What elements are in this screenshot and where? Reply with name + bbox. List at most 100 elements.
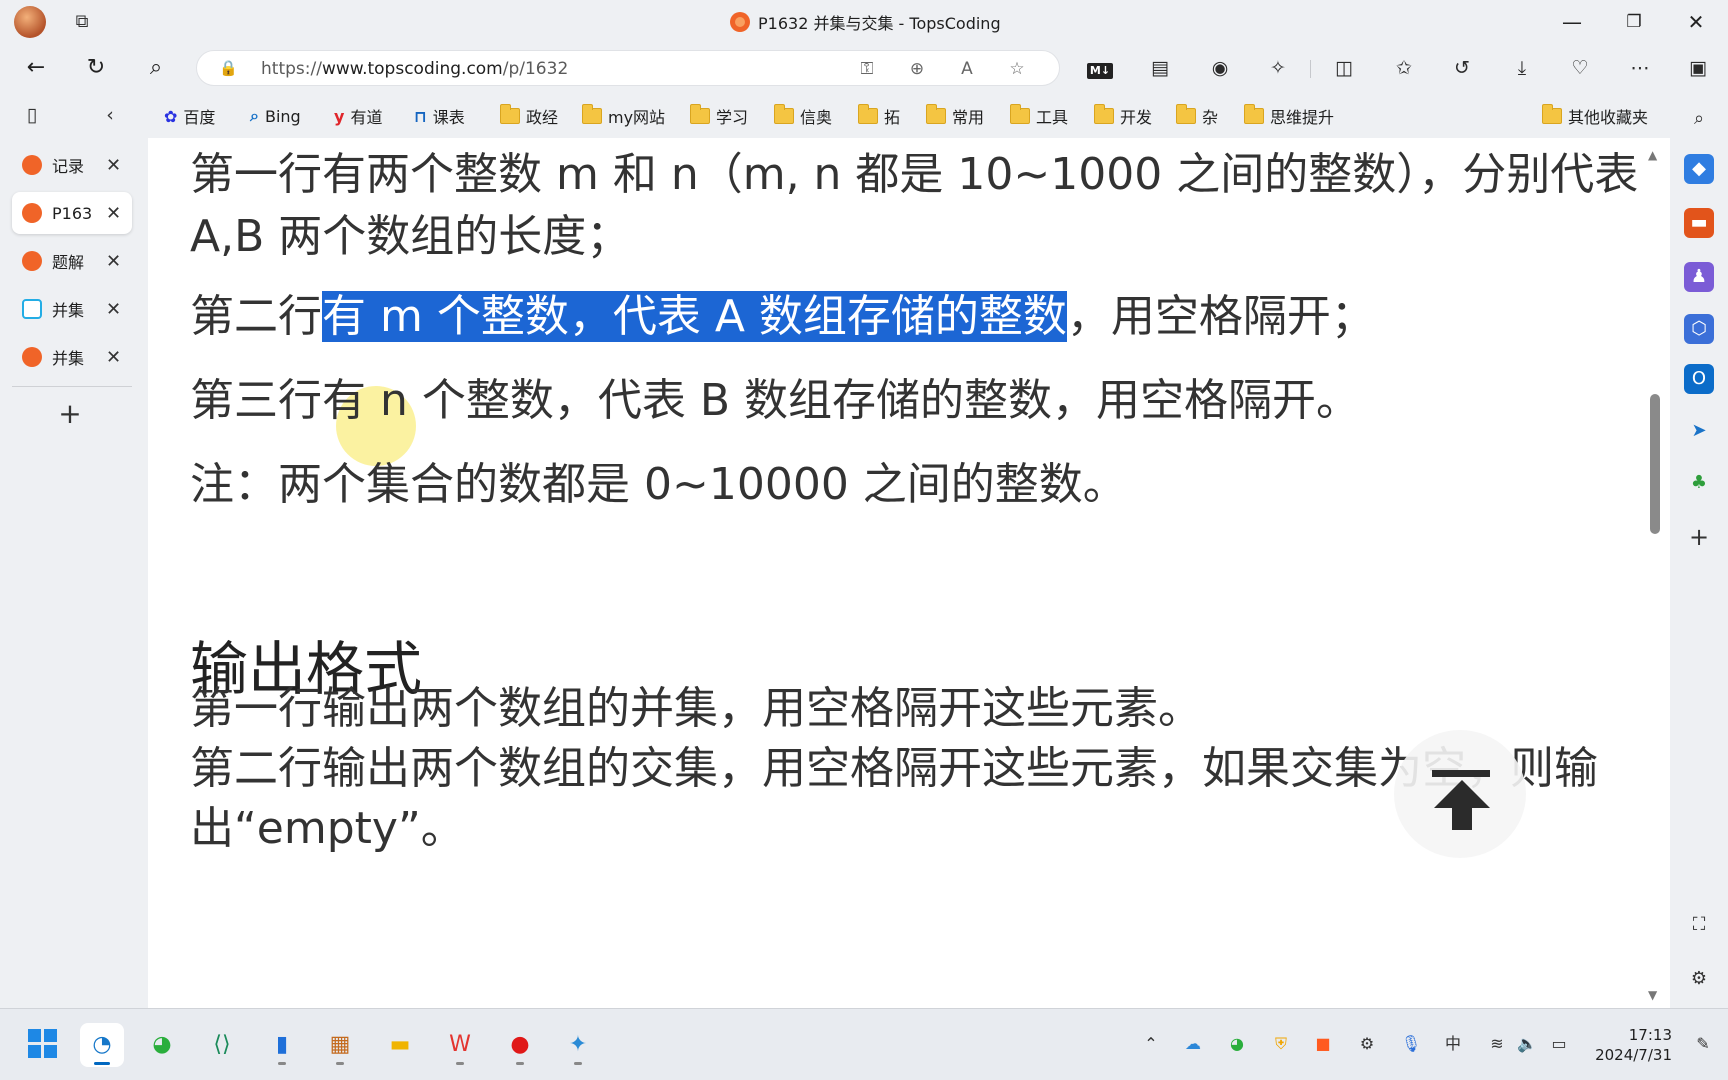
sidebar-add-icon[interactable]: + (1684, 522, 1714, 552)
bookmark-youdao[interactable]: y 有道 (334, 104, 382, 128)
lock-icon[interactable]: 🔒 (219, 59, 238, 79)
taskbar-wps[interactable]: W (438, 1023, 482, 1067)
tab-solution[interactable]: 题解 ✕ (12, 240, 132, 282)
close-tab-icon[interactable]: ✕ (106, 347, 121, 368)
collections-extension-icon[interactable]: ▤ (1142, 52, 1178, 84)
split-screen-icon[interactable]: ◫ (1326, 52, 1362, 84)
scroll-up-arrow-icon[interactable]: ▲ (1648, 148, 1657, 162)
address-bar[interactable]: 🔒 https://www.topscoding.com/p/1632 ⚿ ⊕ … (196, 50, 1060, 86)
vertical-scrollbar[interactable]: ▲ ▼ (1640, 138, 1670, 1008)
restore-button[interactable]: ❐ (1610, 6, 1658, 38)
favorite-star-icon[interactable]: ☆ (1003, 57, 1031, 81)
extensions-puzzle-icon[interactable]: ✧ (1260, 52, 1296, 84)
downloads-icon[interactable]: ⤓ (1504, 52, 1540, 84)
ime-indicator[interactable]: 中 (1440, 1031, 1466, 1057)
read-aloud-icon[interactable]: A (953, 57, 981, 81)
markdown-extension-icon[interactable]: M↓ (1082, 52, 1118, 84)
password-key-icon[interactable]: ⚿ (853, 57, 881, 81)
close-tab-icon[interactable]: ✕ (106, 251, 121, 272)
wechat-tray-icon[interactable]: ◕ (1224, 1031, 1250, 1057)
tab-p1632[interactable]: P163 ✕ (12, 192, 132, 234)
tab-union[interactable]: 并集 ✕ (12, 336, 132, 378)
battery-icon[interactable]: ▭ (1546, 1031, 1572, 1057)
tab-union-bilibili[interactable]: 并集 ✕ (12, 288, 132, 330)
bookmark-folder-kaifa[interactable]: 开发 (1094, 104, 1152, 128)
security-shield-icon[interactable]: ⛨ (1268, 1031, 1294, 1057)
close-tab-icon[interactable]: ✕ (106, 299, 121, 320)
bookmark-folder-changyong[interactable]: 常用 (926, 104, 984, 128)
more-menu-icon[interactable]: ⋯ (1622, 52, 1658, 84)
sidebar-toggle-icon[interactable]: ▣ (1680, 52, 1716, 84)
close-tab-icon[interactable]: ✕ (106, 203, 121, 224)
sidebar-tree-icon[interactable]: ♣ (1684, 468, 1714, 498)
taskbar-dev-cpp[interactable]: ▦ (318, 1023, 362, 1067)
bookmark-bing[interactable]: ⌕ Bing (250, 104, 301, 128)
taskbar-python[interactable]: ✦ (556, 1023, 600, 1067)
minimize-button[interactable]: — (1548, 6, 1596, 38)
scroll-down-arrow-icon[interactable]: ▼ (1648, 988, 1657, 1002)
system-clock[interactable]: 17:13 2024/7/31 (1592, 1025, 1672, 1065)
bookmark-folder-my-site[interactable]: my网站 (582, 104, 665, 128)
back-to-top-button[interactable] (1394, 730, 1526, 858)
collapse-tabs-chevron-icon[interactable]: ‹ (96, 102, 124, 128)
sidebar-games-icon[interactable]: ♟ (1684, 262, 1714, 292)
start-button[interactable] (22, 1023, 66, 1067)
sidebar-send-icon[interactable]: ➤ (1684, 416, 1714, 446)
wifi-icon[interactable]: ≋ (1484, 1031, 1510, 1057)
sidebar-outlook-icon[interactable]: O (1684, 364, 1714, 394)
code-icon: ⟨⟩ (213, 1032, 231, 1057)
taskbar-text-file[interactable]: ▮ (260, 1023, 304, 1067)
favorites-icon[interactable]: ✩ (1386, 52, 1422, 84)
input-format-line-2: 第二行有 m 个整数，代表 A 数组存储的整数，用空格隔开； (190, 291, 1375, 342)
bookmark-folder-za[interactable]: 杂 (1176, 104, 1218, 128)
search-icon[interactable]: ⌕ (138, 52, 174, 84)
url-text[interactable]: https://www.topscoding.com/p/1632 (261, 59, 568, 79)
notifications-icon[interactable]: ✎ (1690, 1031, 1716, 1057)
vertical-tabs-panel: 记录 ✕ P163 ✕ 题解 ✕ 并集 ✕ 并集 ✕ + (0, 138, 148, 1008)
sidebar-screenshot-icon[interactable]: ⛶ (1684, 910, 1714, 940)
vertical-tabs-icon[interactable]: ▯ (18, 102, 46, 128)
scrollbar-thumb[interactable] (1650, 394, 1660, 534)
bookmark-folder-tuo[interactable]: 拓 (858, 104, 900, 128)
bookmark-folder-xinao[interactable]: 信奥 (774, 104, 832, 128)
sidebar-office-icon[interactable]: ⬡ (1684, 314, 1714, 344)
bookmarks-bar: ▯ ‹ ✿ 百度 ⌕ Bing y 有道 ⊓ 课表 政经 my网站 学习 信奥 … (0, 92, 1728, 138)
close-tab-icon[interactable]: ✕ (106, 155, 121, 176)
close-window-button[interactable]: ✕ (1672, 6, 1720, 38)
sidebar-tag-icon[interactable]: ◆ (1684, 154, 1714, 184)
volume-icon[interactable]: 🔈 (1514, 1031, 1540, 1057)
window-title: P1632 并集与交集 - TopsCoding (758, 14, 1001, 33)
back-button[interactable]: ← (18, 52, 54, 84)
tab-actions-icon[interactable]: ⧉ (70, 10, 94, 34)
output-format-line-2: 第二行输出两个数组的交集，用空格隔开这些元素，如果交集为空，则输 (190, 743, 1598, 794)
profile-avatar[interactable] (14, 6, 46, 38)
bookmark-baidu[interactable]: ✿ 百度 (164, 104, 215, 128)
onedrive-icon[interactable]: ☁ (1180, 1031, 1206, 1057)
settings-tray-icon[interactable]: ⚙ (1354, 1031, 1380, 1057)
zoom-icon[interactable]: ⊕ (903, 57, 931, 81)
taskbar-wechat[interactable]: ◕ (140, 1023, 184, 1067)
bookmark-folder-siwei[interactable]: 思维提升 (1244, 104, 1334, 128)
sidebar-tools-icon[interactable]: ▬ (1684, 208, 1714, 238)
taskbar-recorder[interactable]: ● (498, 1023, 542, 1067)
taskbar-edge[interactable]: ◔ (80, 1023, 124, 1067)
taskbar-dev-tool[interactable]: ⟨⟩ (200, 1023, 244, 1067)
refresh-button[interactable]: ↻ (78, 52, 114, 84)
tray-overflow-chevron-icon[interactable]: ⌃ (1138, 1031, 1164, 1057)
taskbar-file-explorer[interactable]: ▬ (378, 1023, 422, 1067)
output-format-line-3: 出“empty”。 (190, 803, 465, 854)
bookmark-folder-zhengjing[interactable]: 政经 (500, 104, 558, 128)
sidebar-settings-icon[interactable]: ⚙ (1684, 964, 1714, 994)
bookmark-kebiao[interactable]: ⊓ 课表 (414, 104, 465, 128)
bookmark-folder-other-favorites[interactable]: 其他收藏夹 (1542, 104, 1648, 128)
tab-record[interactable]: 记录 ✕ (12, 144, 132, 186)
microphone-icon[interactable]: 🎙 (1398, 1031, 1424, 1057)
bookmark-folder-xuexi[interactable]: 学习 (690, 104, 748, 128)
new-tab-button[interactable]: + (56, 400, 84, 428)
bookmark-folder-gongju[interactable]: 工具 (1010, 104, 1068, 128)
browser-essentials-icon[interactable]: ♡ (1562, 52, 1598, 84)
edge-extension-icon[interactable]: ◉ (1202, 52, 1238, 84)
sidebar-search-icon[interactable]: ⌕ (1684, 104, 1714, 134)
app-tray-icon[interactable]: ■ (1310, 1031, 1336, 1057)
history-icon[interactable]: ↺ (1444, 52, 1480, 84)
